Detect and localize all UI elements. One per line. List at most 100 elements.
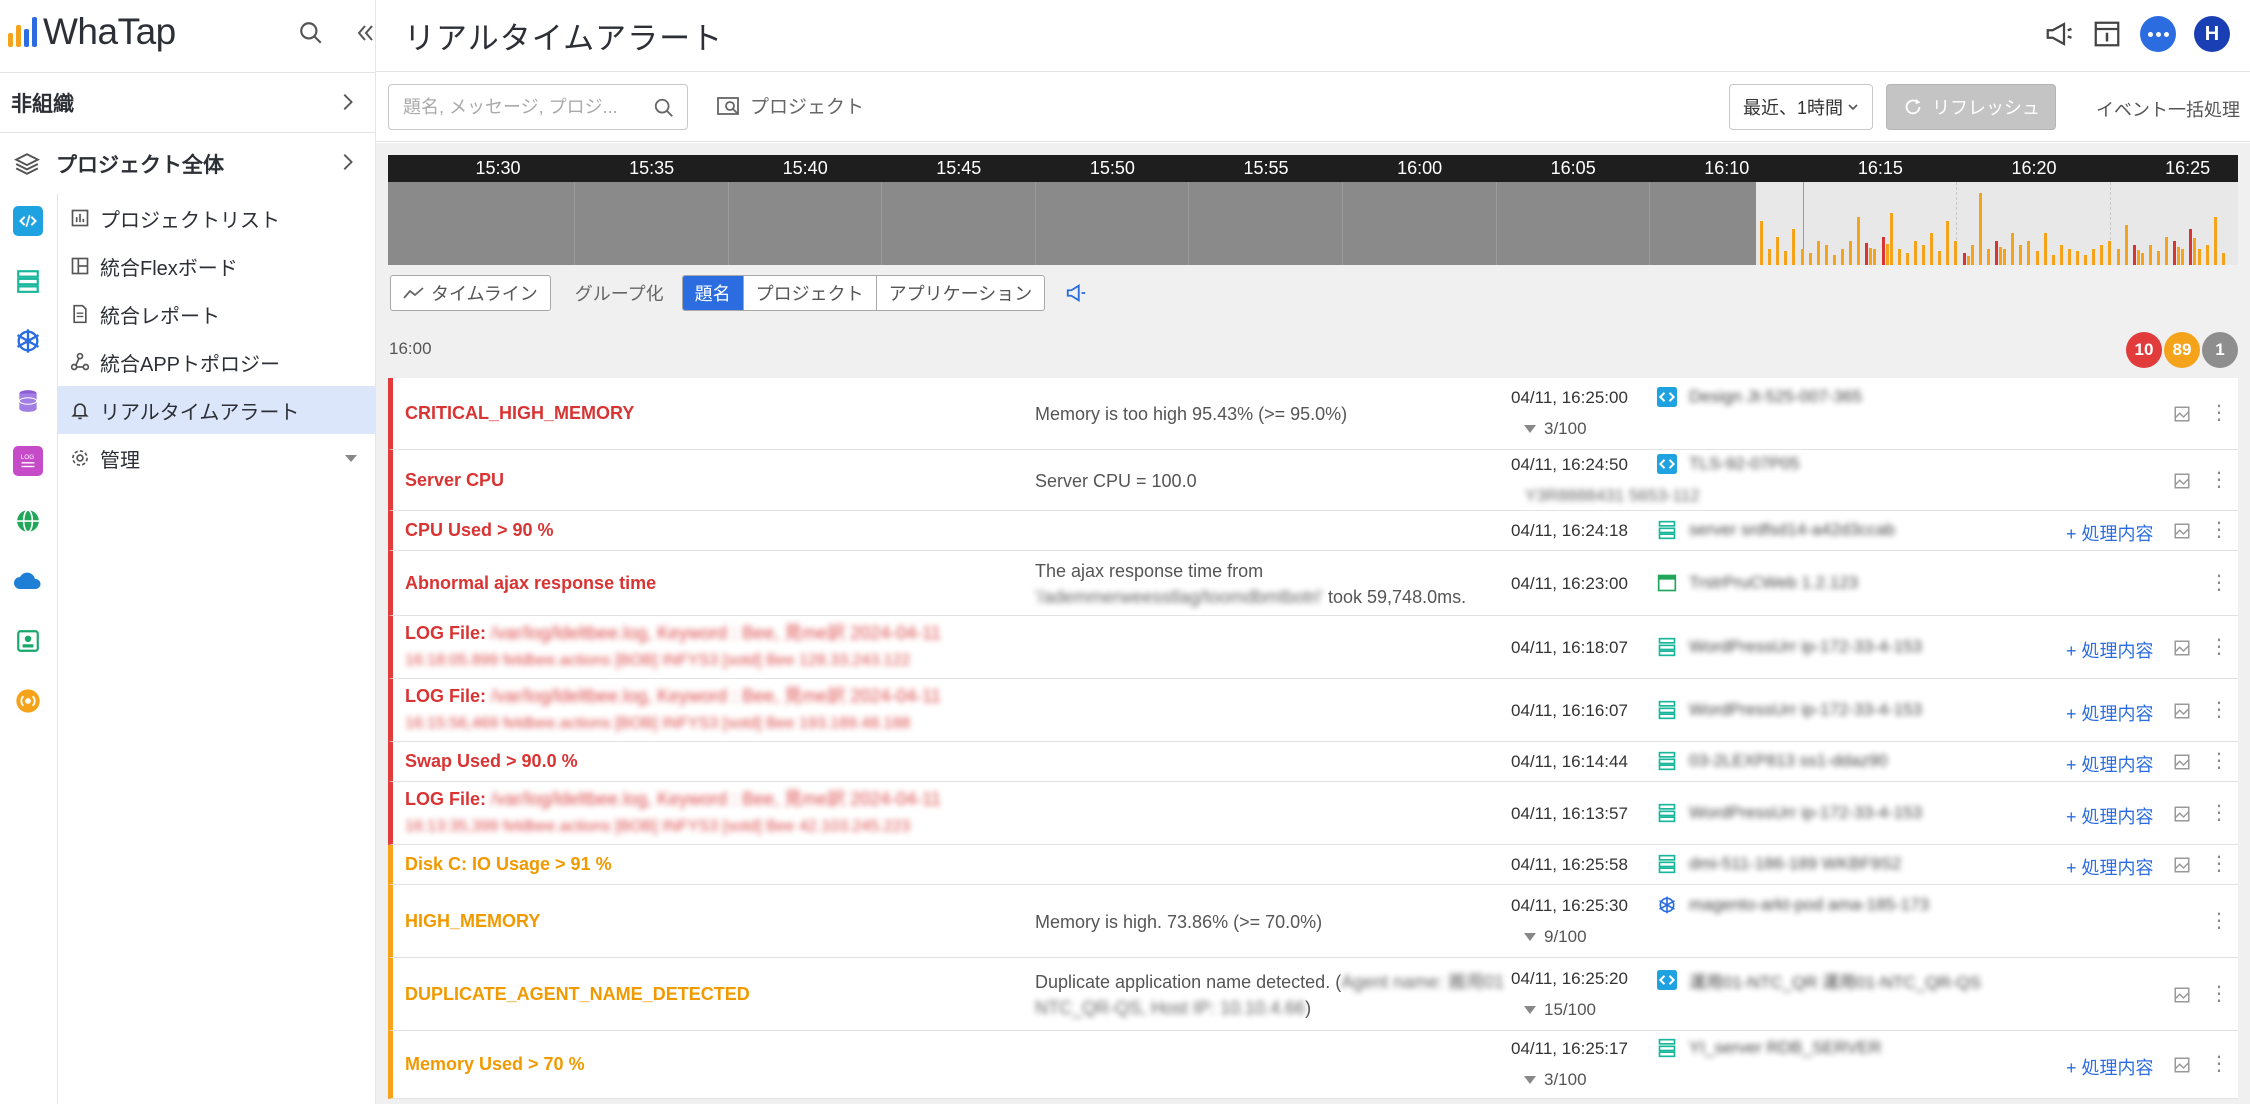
server-icon[interactable]	[13, 266, 43, 296]
chart-image-icon[interactable]	[2173, 702, 2191, 725]
time-range-select[interactable]: 最近、1時間	[1729, 84, 1873, 130]
group-by-title[interactable]: 題名	[682, 276, 743, 310]
alert-target[interactable]: TrstrPruCWeb 1.2.123	[1657, 573, 1858, 593]
menu-item-topology[interactable]: 統合APPトポロジー	[58, 338, 376, 386]
alert-title[interactable]: Swap Used > 90.0 %	[405, 751, 578, 772]
menu-item-flexboard[interactable]: 統合Flexボード	[58, 242, 376, 290]
alert-title[interactable]: CRITICAL_HIGH_MEMORY	[405, 403, 634, 424]
database-icon[interactable]	[13, 386, 43, 416]
chart-image-icon[interactable]	[2173, 986, 2191, 1009]
alert-target[interactable]: WordPressUrr ip-172-33-4-153	[1657, 803, 1922, 823]
alert-row[interactable]: LOG File: /var/log/ldeltbee.log, Keyword…	[388, 616, 2238, 679]
alert-target[interactable]: 運用01-NTC_QR 運用01-NTC_QR-QS	[1657, 968, 1981, 993]
alert-count-toggle[interactable]: 15/100	[1524, 1000, 1596, 1020]
chart-image-icon[interactable]	[2173, 805, 2191, 828]
alert-count-toggle[interactable]: 3/100	[1524, 1070, 1587, 1090]
timeline-toggle-button[interactable]: タイムライン	[390, 275, 551, 311]
calendar-info-icon[interactable]	[2092, 19, 2122, 49]
kubernetes-icon[interactable]	[13, 326, 43, 356]
alert-row[interactable]: CRITICAL_HIGH_MEMORY Memory is too high 9…	[388, 378, 2238, 450]
alert-row[interactable]: CPU Used > 90 % 04/11, 16:24:18 server srd…	[388, 511, 2238, 551]
globe-icon[interactable]	[13, 506, 43, 536]
alert-row[interactable]: Abnormal ajax response time The ajax resp…	[388, 551, 2238, 616]
alert-row[interactable]: DUPLICATE_AGENT_NAME_DETECTED Duplicate a…	[388, 958, 2238, 1031]
avatar[interactable]: H	[2194, 16, 2230, 52]
alert-title[interactable]: LOG File: /var/log/ldeltbee.log, Keyword…	[405, 620, 941, 674]
alert-row[interactable]: Server CPU Server CPU = 100.0 04/11, 16:24…	[388, 450, 2238, 511]
alert-target[interactable]: server srdfsd14-a42d3ccab	[1657, 520, 1895, 540]
alert-count-toggle[interactable]: 3/100	[1524, 419, 1587, 439]
add-action-button[interactable]: + 処理内容	[2066, 751, 2154, 777]
alert-target[interactable]: 03-2LEXP813 ss1-ddaz90	[1657, 751, 1887, 771]
add-action-button[interactable]: + 処理内容	[2066, 520, 2154, 546]
menu-item-realtime-alert[interactable]: リアルタイムアラート	[58, 386, 376, 434]
search-icon[interactable]	[296, 18, 326, 48]
chart-image-icon[interactable]	[2173, 522, 2191, 545]
more-options-icon[interactable]: ⋮	[2209, 470, 2229, 490]
group-by-project[interactable]: プロジェクト	[742, 276, 876, 310]
alert-title[interactable]: Abnormal ajax response time	[405, 573, 656, 594]
project-all-selector[interactable]: プロジェクト全体	[0, 132, 376, 194]
add-action-button[interactable]: + 処理内容	[2066, 637, 2154, 663]
search-icon[interactable]	[653, 97, 675, 119]
log-icon[interactable]: LOG	[13, 446, 43, 476]
alert-title[interactable]: CPU Used > 90 %	[405, 520, 554, 541]
more-options-icon[interactable]: ⋮	[2209, 637, 2229, 657]
info-count-badge[interactable]: 1	[2202, 332, 2238, 368]
broadcast-icon[interactable]	[13, 686, 43, 716]
alert-target[interactable]: TLS-92-07P05	[1657, 453, 1800, 474]
user-card-icon[interactable]	[13, 626, 43, 656]
whatap-logo[interactable]: WhaTap	[8, 8, 176, 56]
alert-target[interactable]: WordPressUrr ip-172-33-4-153	[1657, 700, 1922, 720]
add-action-button[interactable]: + 処理内容	[2066, 854, 2154, 880]
sound-icon[interactable]	[1065, 282, 1087, 304]
alert-target[interactable]: WordPressUrr ip-172-33-4-153	[1657, 637, 1922, 657]
more-options-icon[interactable]: ⋮	[2209, 403, 2229, 423]
menu-item-project-list[interactable]: プロジェクトリスト	[58, 194, 376, 242]
alert-title[interactable]: Server CPU	[405, 470, 504, 491]
more-options-icon[interactable]: ⋮	[2209, 911, 2229, 931]
chart-image-icon[interactable]	[2173, 856, 2191, 879]
menu-item-admin[interactable]: 管理	[58, 434, 376, 482]
chart-image-icon[interactable]	[2173, 405, 2191, 428]
alert-timeline[interactable]: 15:30 15:35 15:40 15:45 15:50 15:55 16:00 16:05…	[388, 155, 2238, 265]
apm-code-icon[interactable]	[13, 206, 43, 236]
chart-image-icon[interactable]	[2173, 753, 2191, 776]
more-options-icon[interactable]: ⋮	[2209, 854, 2229, 874]
more-options-icon[interactable]: ⋮	[2209, 751, 2229, 771]
alert-row[interactable]: LOG File: /var/log/ldeltbee.log, Keyword…	[388, 782, 2238, 845]
alert-count-toggle[interactable]: 9/100	[1524, 927, 1587, 947]
refresh-button[interactable]: リフレッシュ	[1886, 84, 2056, 130]
alert-row[interactable]: Disk C: IO Usage > 91 % 04/11, 16:25:58 dm…	[388, 845, 2238, 885]
alert-title[interactable]: DUPLICATE_AGENT_NAME_DETECTED	[405, 984, 750, 1005]
chart-image-icon[interactable]	[2173, 639, 2191, 662]
alert-target[interactable]: magento-arkt-pod ama-185-173	[1657, 895, 1929, 915]
alert-title[interactable]: Disk C: IO Usage > 91 %	[405, 854, 612, 875]
megaphone-icon[interactable]	[2044, 19, 2074, 49]
project-filter-button[interactable]: プロジェクト	[716, 92, 864, 119]
alert-target[interactable]: Design Jt-525-007-365	[1657, 387, 1862, 407]
chat-icon[interactable]	[2140, 16, 2176, 52]
alert-row[interactable]: Swap Used > 90.0 % 04/11, 16:14:44 03-2LEX…	[388, 742, 2238, 782]
alert-row[interactable]: HIGH_MEMORY Memory is high. 73.86% (>= 70…	[388, 885, 2238, 958]
alert-title[interactable]: LOG File: /var/log/ldeltbee.log, Keyword…	[405, 683, 941, 737]
org-selector[interactable]: 非組織	[0, 72, 376, 132]
more-options-icon[interactable]: ⋮	[2209, 700, 2229, 720]
alert-row[interactable]: LOG File: /var/log/ldeltbee.log, Keyword…	[388, 679, 2238, 742]
more-options-icon[interactable]: ⋮	[2209, 520, 2229, 540]
bulk-process-button[interactable]: イベント一括処理	[2096, 96, 2240, 122]
add-action-button[interactable]: + 処理内容	[2066, 700, 2154, 726]
menu-item-report[interactable]: 統合レポート	[58, 290, 376, 338]
alert-target[interactable]: dmi-511-186-189 WKBF9S2	[1657, 854, 1901, 874]
alert-title[interactable]: Memory Used > 70 %	[405, 1054, 585, 1075]
more-options-icon[interactable]: ⋮	[2209, 1054, 2229, 1074]
alert-row[interactable]: Memory Used > 70 % 04/11, 16:25:17 3/100 YI…	[388, 1031, 2238, 1099]
alert-target[interactable]: YI_server RDB_SERVER	[1657, 1038, 1881, 1058]
alert-title[interactable]: HIGH_MEMORY	[405, 911, 540, 932]
critical-count-badge[interactable]: 10	[2126, 332, 2162, 368]
group-by-application[interactable]: アプリケーション	[875, 276, 1045, 310]
more-options-icon[interactable]: ⋮	[2209, 573, 2229, 593]
warning-count-badge[interactable]: 89	[2164, 332, 2200, 368]
cloud-icon[interactable]	[13, 566, 43, 596]
add-action-button[interactable]: + 処理内容	[2066, 803, 2154, 829]
